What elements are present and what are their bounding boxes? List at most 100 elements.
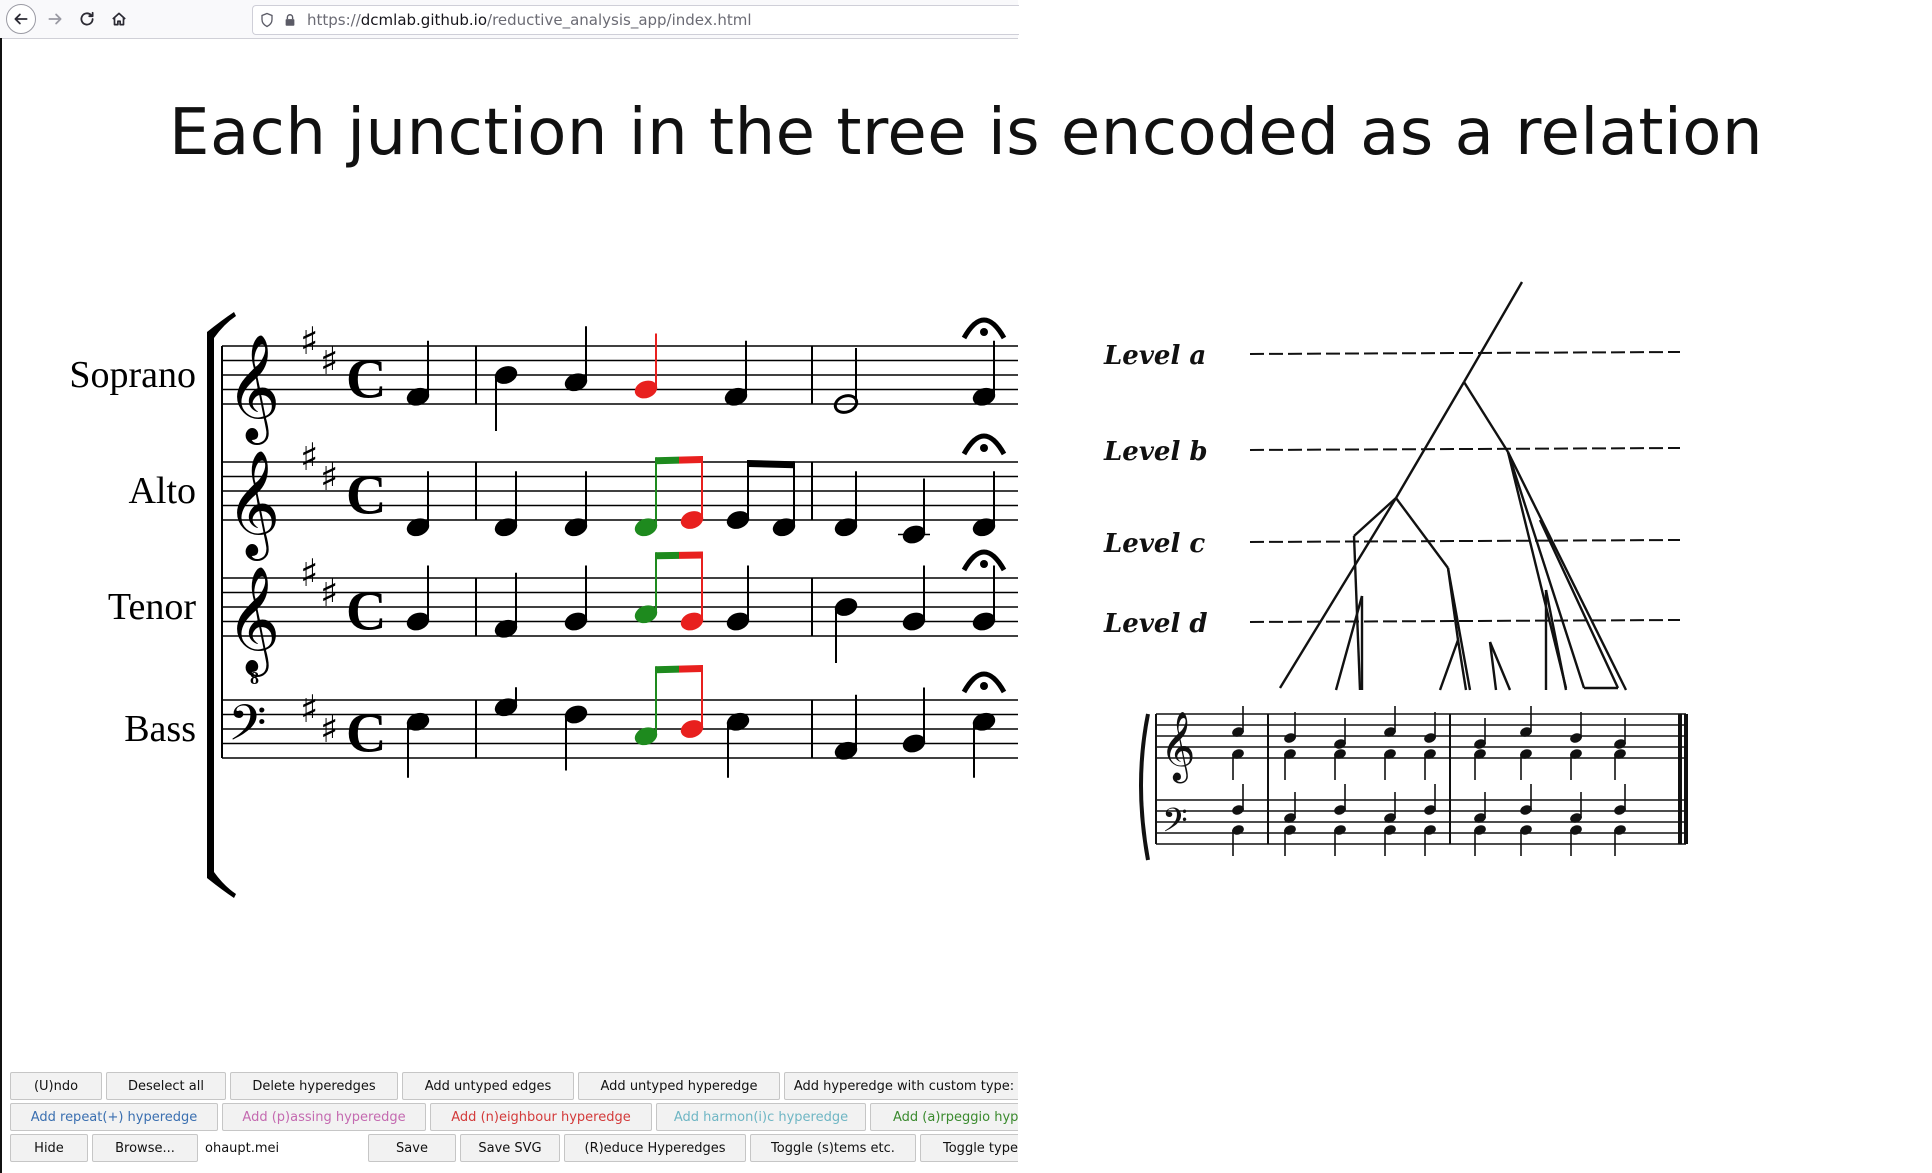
octave-eight-marker: 8 (250, 668, 259, 688)
beam (679, 551, 702, 559)
reduction-tree-figure: Level aLevel bLevel cLevel d𝄞𝄢 (1103, 281, 1688, 861)
note (833, 348, 859, 414)
level-label: Level d (1103, 609, 1208, 639)
fermata-dot (980, 328, 988, 336)
tree-branch (1544, 589, 1568, 691)
hide-button[interactable]: Hide (10, 1134, 88, 1162)
url-text[interactable]: https://dcmlab.github.io/reductive_analy… (307, 11, 752, 29)
sharp-icon: ♯ (300, 551, 318, 595)
sharp-icon: ♯ (320, 339, 338, 383)
tree-branch (1438, 639, 1460, 691)
analysis-toolbar: (U)ndo Deselect all Delete hyperedges Ad… (8, 1072, 1018, 1173)
treble-clef-icon: 𝄞 (226, 333, 280, 445)
reload-icon (80, 11, 94, 26)
toggle-stems-button[interactable]: Toggle (s)tems etc. (750, 1134, 916, 1162)
sharp-icon: ♯ (320, 455, 338, 499)
sharp-icon: ♯ (300, 687, 318, 731)
beam (679, 665, 702, 673)
reload-button[interactable] (72, 4, 102, 34)
note (634, 552, 658, 624)
mini-treble-clef-icon: 𝄞 (1160, 711, 1195, 783)
shield-icon[interactable] (259, 12, 275, 28)
back-button[interactable] (6, 4, 36, 34)
note (494, 366, 518, 431)
level-dashed-line (1249, 619, 1681, 623)
beam (656, 456, 679, 465)
sharp-icon: ♯ (300, 435, 318, 479)
url-path: /reductive_analysis_app/index.html (487, 11, 752, 29)
common-time-icon: C (346, 581, 386, 643)
note (972, 565, 996, 631)
treble-clef-icon: 𝄞 (226, 449, 280, 561)
fermata-dot (980, 444, 988, 452)
slide-title: Each junction in the tree is encoded as … (169, 96, 1763, 170)
reduce-hyperedges-button[interactable]: (R)educe Hyperedges (564, 1134, 746, 1162)
add-custom-hyperedge-button[interactable]: Add hyperedge with custom type: (784, 1072, 1018, 1100)
url-bar[interactable]: https://dcmlab.github.io/reductive_analy… (252, 5, 1019, 35)
level-label: Level c (1103, 529, 1205, 559)
note (680, 456, 704, 529)
music-score[interactable]: Soprano 𝄞 ♯ ♯ CAlto 𝄞 ♯ ♯ CTenor 𝄞8♯ ♯ CBass 𝄢 ♯ ♯ C (0, 310, 1018, 910)
tree-branch (1462, 281, 1524, 383)
add-arpeggio-hyperedge-button[interactable]: Add (a)rpeggio hyperedge (870, 1103, 1018, 1131)
home-icon (112, 12, 126, 26)
level-dashed-line (1249, 351, 1681, 355)
undo-button[interactable]: (U)ndo (10, 1072, 102, 1100)
url-host: dcmlab.github.io (360, 11, 488, 29)
browser-toolbar: https://dcmlab.github.io/reductive_analy… (0, 0, 1019, 39)
fermata-icon (961, 433, 1007, 456)
save-button[interactable]: Save (368, 1134, 456, 1162)
filename-field[interactable]: ohaupt.mei (200, 1134, 374, 1162)
treble-clef-icon: 𝄞 (226, 565, 280, 677)
note (726, 460, 750, 529)
add-repeat-hyperedge-button[interactable]: Add repeat(+) hyperedge (10, 1103, 218, 1131)
level-label: Level b (1103, 437, 1208, 467)
fermata-dot (980, 682, 988, 690)
reduction-mini-score: 𝄞𝄢 (1139, 706, 1688, 861)
tree-branch (1506, 451, 1628, 691)
home-button[interactable] (104, 4, 134, 34)
add-untyped-edges-button[interactable]: Add untyped edges (402, 1072, 574, 1100)
staff-label: Soprano (69, 354, 196, 396)
arrow-left-icon (14, 13, 28, 25)
toggle-type-button[interactable]: Toggle type (920, 1134, 1018, 1162)
tree-branch (1446, 567, 1460, 641)
level-dashed-line (1249, 539, 1681, 543)
brace (1139, 713, 1150, 861)
tree-branch (1462, 381, 1510, 453)
browse-button[interactable]: Browse... (92, 1134, 198, 1162)
level-label: Level a (1103, 341, 1206, 371)
note (564, 565, 588, 631)
fermata-dot (980, 560, 988, 568)
fermata-icon (961, 317, 1007, 340)
note (902, 687, 926, 753)
staff-bass: Bass 𝄢 ♯ ♯ C (124, 687, 1018, 765)
staff-label: Alto (128, 470, 196, 512)
staff-label: Tenor (108, 586, 196, 628)
note (564, 705, 588, 771)
common-time-icon: C (346, 349, 386, 411)
mini-bass-clef-icon: 𝄢 (1162, 802, 1188, 848)
tree-branch (1395, 497, 1449, 569)
beam (656, 665, 679, 674)
add-harmonic-hyperedge-button[interactable]: Add harmon(i)c hyperedge (656, 1103, 866, 1131)
beam (679, 456, 702, 464)
sharp-icon: ♯ (300, 319, 318, 363)
add-passing-hyperedge-button[interactable]: Add (p)assing hyperedge (222, 1103, 426, 1131)
level-dashed-line (1249, 447, 1681, 451)
forward-button[interactable] (40, 4, 70, 34)
bass-clef-icon: 𝄢 (228, 695, 267, 765)
note (902, 565, 926, 631)
add-untyped-hyperedge-button[interactable]: Add untyped hyperedge (578, 1072, 780, 1100)
tree-branch (1394, 381, 1466, 499)
sharp-icon: ♯ (320, 571, 338, 615)
fermata-icon (961, 671, 1007, 694)
fermata-icon (961, 549, 1007, 572)
note (680, 665, 704, 738)
delete-hyperedges-button[interactable]: Delete hyperedges (230, 1072, 398, 1100)
deselect-all-button[interactable]: Deselect all (106, 1072, 226, 1100)
add-neighbour-hyperedge-button[interactable]: Add (n)eighbour hyperedge (430, 1103, 652, 1131)
save-svg-button[interactable]: Save SVG (460, 1134, 560, 1162)
tree-branch (1278, 497, 1398, 689)
note (634, 457, 658, 537)
